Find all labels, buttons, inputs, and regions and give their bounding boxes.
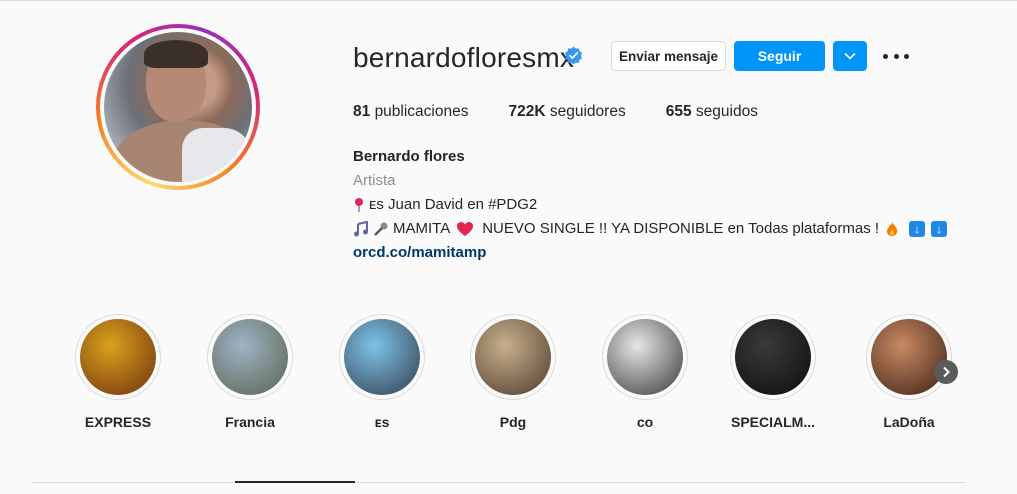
heart-icon (457, 221, 474, 236)
highlight-item[interactable]: co (601, 314, 689, 430)
pushpin-icon (355, 197, 363, 212)
down-arrow-icon: ↓ (931, 220, 948, 237)
suggested-dropdown-button[interactable] (833, 41, 867, 71)
posts-count: 81 publicaciones (353, 103, 469, 120)
highlight-item[interactable]: Francia (206, 314, 294, 430)
highlight-item[interactable]: EXPRESS (74, 314, 162, 430)
highlight-item[interactable]: Pdg (469, 314, 557, 430)
highlight-cover (80, 319, 156, 395)
highlight-item[interactable]: SPECIALM... (729, 314, 817, 430)
avatar-photo (104, 32, 252, 182)
highlight-cover (607, 319, 683, 395)
highlight-cover (735, 319, 811, 395)
profile-username: bernardofloresmx (353, 42, 575, 73)
highlight-cover (212, 319, 288, 395)
highlight-item[interactable]: ᴇs (338, 314, 426, 430)
following-count[interactable]: 655 seguidos (666, 103, 758, 121)
follow-button[interactable]: Seguir (734, 41, 825, 71)
profile-avatar[interactable] (96, 24, 260, 190)
fire-icon (887, 221, 898, 236)
bio-link[interactable]: orcd.co/mamitamp (353, 244, 486, 261)
bio-line-2: MAMITA NUEVO SINGLE !! YA DISPONIBLE en … (353, 220, 948, 237)
chevron-down-icon (844, 52, 856, 60)
followers-count[interactable]: 722K seguidores (509, 103, 626, 121)
bio-line-1: ᴇs Juan David en #PDG2 (353, 196, 537, 213)
highlight-cover (344, 319, 420, 395)
more-options-icon[interactable] (883, 46, 909, 66)
verified-badge-icon (564, 46, 583, 65)
highlight-cover (475, 319, 551, 395)
profile-full-name: Bernardo flores (353, 148, 465, 165)
highlights-next-button[interactable] (934, 360, 958, 384)
music-note-icon (354, 220, 368, 236)
top-border (0, 0, 1017, 1)
down-arrow-icon: ↓ (909, 220, 926, 237)
chevron-right-icon (943, 366, 950, 378)
active-tab-indicator (235, 481, 355, 483)
tabs-divider (31, 482, 966, 483)
send-message-button[interactable]: Enviar mensaje (611, 41, 726, 71)
microphone-icon (374, 222, 388, 236)
profile-stats: 81 publicaciones 722K seguidores 655 seg… (353, 103, 798, 121)
profile-category: Artista (353, 172, 396, 189)
highlight-cover (871, 319, 947, 395)
